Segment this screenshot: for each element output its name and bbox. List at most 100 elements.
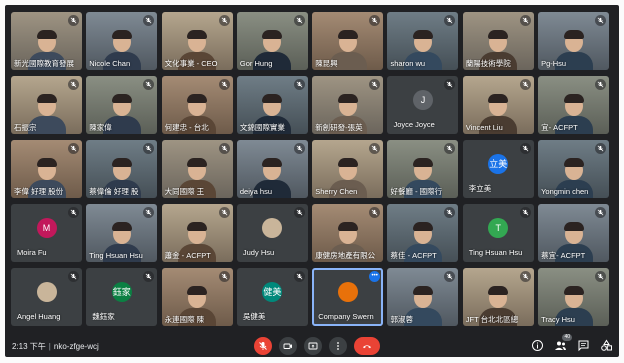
- participant-tile[interactable]: Nicole Chan: [86, 12, 158, 70]
- participant-name: Tracy Hsu: [541, 315, 575, 324]
- camera-toggle-button[interactable]: [279, 337, 297, 355]
- microphone-toggle-button[interactable]: [254, 337, 272, 355]
- participant-name: 吳健美: [242, 312, 266, 321]
- participant-tile[interactable]: Pg-Hsu: [538, 12, 610, 70]
- mic-muted-icon: [519, 207, 531, 218]
- participant-tile[interactable]: sharon wu: [387, 12, 459, 70]
- people-button[interactable]: 40: [554, 334, 572, 352]
- participant-tile[interactable]: 立美 李立美: [462, 140, 534, 198]
- participant-tile[interactable]: 蔡宜- ACFPT: [538, 204, 610, 262]
- participant-tile[interactable]: J Joyce Joyce: [387, 76, 459, 134]
- mic-muted-icon: [293, 143, 305, 154]
- participant-tile[interactable]: 蕭金 - ACFPT: [161, 204, 233, 262]
- participant-tile[interactable]: 陳家偉: [86, 76, 158, 134]
- participant-tile[interactable]: 鈺家 魏鈺家: [86, 268, 158, 326]
- participant-tile[interactable]: 李偉 好理 股份: [11, 140, 82, 198]
- meeting-info: 2:13 下午 | nko-zfge-wcj: [12, 341, 99, 352]
- mic-muted-icon: [369, 143, 381, 154]
- participant-avatar: 健美: [262, 282, 283, 302]
- participant-name: Joyce Joyce: [393, 120, 435, 129]
- participant-avatar: [337, 282, 358, 302]
- participant-tile[interactable]: 康健房地產有限公: [312, 204, 384, 262]
- bottom-control-bar: 2:13 下午 | nko-zfge-wcj 40: [5, 334, 619, 357]
- chat-button[interactable]: [577, 339, 590, 352]
- more-options-button[interactable]: [329, 337, 347, 355]
- participant-name: JFT 台北北區總: [465, 315, 519, 324]
- participant-name: 宜- ACFPT: [541, 123, 578, 132]
- mic-muted-icon: [218, 271, 230, 282]
- participant-name: 康健房地產有限公: [315, 251, 376, 260]
- participant-avatar: T: [488, 218, 509, 238]
- participant-tile[interactable]: deiya hsu: [236, 140, 308, 198]
- participant-name: 陳家偉: [89, 123, 112, 132]
- participant-tile[interactable]: 蔡佳 - ACFPT: [387, 204, 459, 262]
- mic-muted-icon: [143, 79, 155, 90]
- mic-muted-icon: [444, 207, 456, 218]
- participant-tile[interactable]: 宜- ACFPT: [538, 76, 610, 134]
- participant-tile[interactable]: 陳昆興: [312, 12, 384, 70]
- participant-name: 新創研發-張英: [315, 123, 363, 132]
- participant-tile[interactable]: Tracy Hsu: [538, 268, 610, 326]
- meeting-details-button[interactable]: [531, 339, 544, 352]
- mic-off-icon: [259, 342, 267, 350]
- participant-avatar: [36, 282, 57, 302]
- participant-tile[interactable]: Gor Hung: [236, 12, 308, 70]
- participant-tile[interactable]: 蔡偉倫 好理 股: [86, 140, 158, 198]
- info-icon: [532, 340, 543, 351]
- panel-controls: 40: [531, 334, 613, 352]
- participant-tile[interactable]: JFT 台北北區總: [462, 268, 534, 326]
- participant-tile[interactable]: 新創研發-張英: [312, 76, 384, 134]
- participant-tile[interactable]: 文化事業 - CEO: [161, 12, 233, 70]
- participant-tile[interactable]: 永連國際 陳: [161, 268, 233, 326]
- mic-muted-icon: [444, 15, 456, 26]
- participant-tile[interactable]: 何建忠 - 台北: [161, 76, 233, 134]
- mic-muted-icon: [369, 79, 381, 90]
- participant-tile[interactable]: 郭淑蓉: [387, 268, 459, 326]
- participant-tile[interactable]: T Ting Hsuan Hsu: [462, 204, 534, 262]
- participant-tile[interactable]: 文錦國際實業: [236, 76, 308, 134]
- mic-muted-icon: [68, 79, 79, 90]
- participant-name: Nicole Chan: [89, 59, 131, 68]
- mic-muted-icon: [369, 207, 381, 218]
- leave-call-button[interactable]: [354, 337, 380, 355]
- participant-tile[interactable]: ••• Company Swern: [312, 268, 384, 326]
- participant-tile[interactable]: 健美吳健美: [236, 268, 308, 326]
- participant-name: 新光國際教育發展: [14, 59, 74, 68]
- mic-muted-icon: [68, 143, 79, 154]
- participant-name: 文化事業 - CEO: [164, 59, 218, 68]
- participant-tile[interactable]: 大同國際 王: [161, 140, 233, 198]
- participant-tile[interactable]: Yongmin chen: [538, 140, 610, 198]
- participant-tile[interactable]: M Moira Fu: [11, 204, 82, 262]
- mic-muted-icon: [218, 143, 230, 154]
- shapes-icon: [601, 339, 612, 351]
- present-screen-button[interactable]: [304, 337, 322, 355]
- participant-name: Yongmin chen: [541, 187, 589, 196]
- participant-name: 陳昆興: [315, 59, 338, 68]
- participant-tile[interactable]: 好餐廳 - 國際行: [387, 140, 459, 198]
- participant-name: 文錦國際實業: [239, 123, 285, 132]
- mic-muted-icon: [143, 271, 155, 282]
- participant-tile[interactable]: Angel Huang: [11, 268, 82, 326]
- mic-muted-icon: [595, 207, 607, 218]
- mic-muted-icon: [293, 271, 305, 282]
- meeting-code: nko-zfge-wcj: [53, 342, 99, 351]
- participant-name: Angel Huang: [17, 312, 61, 321]
- participant-tile[interactable]: 新光國際教育發展: [11, 12, 82, 70]
- participant-name: 李偉 好理 股份: [14, 187, 64, 196]
- mic-muted-icon: [595, 271, 607, 282]
- participant-tile[interactable]: 蘭陽技術學院: [462, 12, 534, 70]
- participant-name: 郭淑蓉: [390, 315, 413, 324]
- speaking-indicator-icon: •••: [369, 271, 381, 282]
- participant-tile[interactable]: Judy Hsu: [236, 204, 308, 262]
- participant-tile[interactable]: Ting Hsuan Hsu: [86, 204, 158, 262]
- activities-button[interactable]: [600, 339, 613, 352]
- participant-tile[interactable]: Vincent Liu: [462, 76, 534, 134]
- participant-tile[interactable]: Sherry Chen: [312, 140, 384, 198]
- participant-count-badge: 40: [562, 334, 572, 341]
- participant-tile[interactable]: 石振宗: [11, 76, 82, 134]
- mic-muted-icon: [444, 79, 456, 90]
- participant-name: 石振宗: [14, 123, 37, 132]
- participant-name: Moira Fu: [17, 248, 47, 257]
- participant-avatar: M: [36, 218, 57, 238]
- mic-muted-icon: [143, 15, 155, 26]
